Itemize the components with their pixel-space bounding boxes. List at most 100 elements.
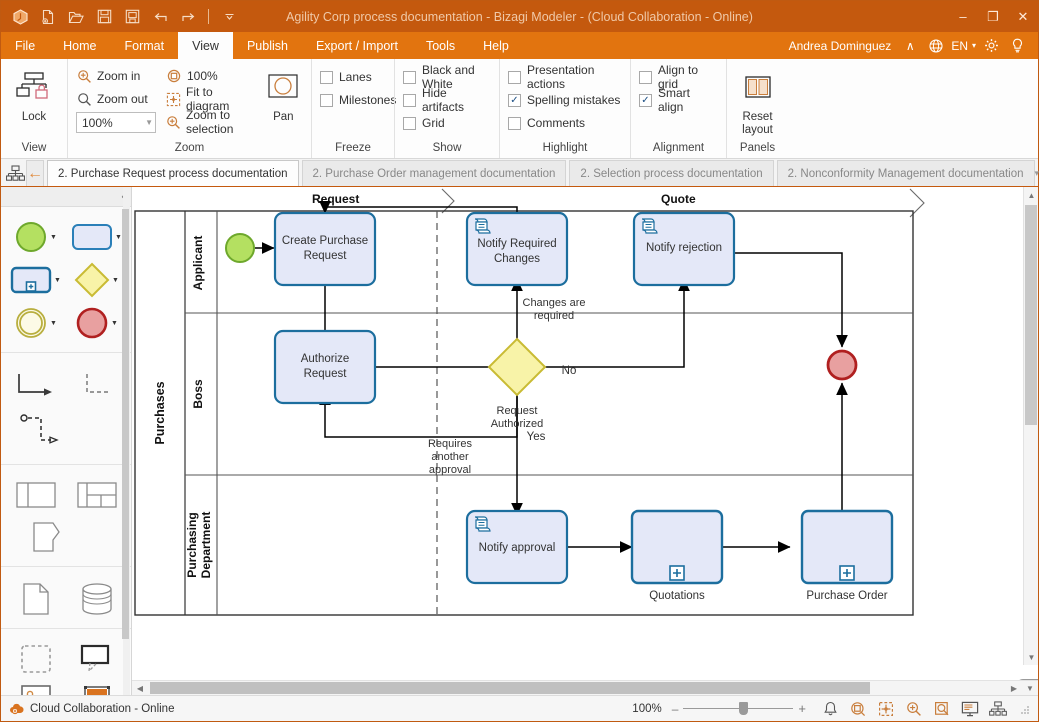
zoom-level-combo[interactable]: 100% ▼ — [76, 112, 156, 133]
maximize-button[interactable]: ❐ — [978, 1, 1008, 32]
document-tab-purchase-order[interactable]: 2. Purchase Order management documentati… — [301, 160, 567, 186]
canvas-horizontal-scrollbar[interactable]: ◀ ▶ ▼ — [132, 680, 1038, 695]
gear-icon[interactable] — [980, 38, 1002, 53]
scroll-right-icon[interactable]: ▶ — [1006, 681, 1022, 696]
checkbox-grid[interactable]: Grid — [403, 114, 491, 132]
menu-tab-view[interactable]: View — [178, 32, 233, 59]
zoom-slider-thumb[interactable] — [739, 702, 749, 715]
collapse-ribbon-icon[interactable]: ∧ — [899, 39, 921, 53]
connection-status[interactable]: Cloud Collaboration - Online — [9, 702, 174, 716]
palette-item-header[interactable] — [68, 684, 126, 695]
undo-icon[interactable] — [147, 5, 173, 29]
chevron-down-icon[interactable]: ▼ — [111, 320, 118, 327]
checkbox-milestones[interactable]: Milestones — [320, 91, 396, 109]
scroll-down-icon[interactable]: ▼ — [1024, 649, 1038, 665]
globe-icon[interactable] — [925, 38, 947, 53]
actual-size-icon[interactable] — [846, 698, 870, 720]
canvas-options-icon[interactable]: ▼ — [1022, 681, 1038, 696]
app-logo-icon[interactable] — [7, 5, 33, 29]
checkbox-align-to-grid[interactable]: Align to grid — [639, 63, 718, 91]
help-lightbulb-icon[interactable] — [1006, 38, 1028, 53]
zoom-in-icon[interactable] — [902, 698, 926, 720]
chevron-down-icon[interactable]: ▼ — [115, 234, 122, 241]
palette-item-end-event[interactable]: ▼ — [68, 306, 126, 340]
scroll-left-icon[interactable]: ◀ — [132, 681, 148, 696]
menu-tab-tools[interactable]: Tools — [412, 32, 469, 59]
palette-item-intermediate-event[interactable]: ▼ — [7, 306, 65, 340]
menu-tab-file[interactable]: File — [1, 32, 49, 59]
palette-item-start-event[interactable]: ▼ — [7, 220, 65, 254]
zoom-plus-icon[interactable]: + — [798, 701, 806, 716]
document-tab-selection-process[interactable]: 2. Selection process documentation — [569, 160, 774, 186]
actual-size-command[interactable]: 100% — [166, 66, 254, 86]
checkbox-presentation-actions[interactable]: Presentation actions — [508, 63, 622, 91]
palette-item-association[interactable] — [14, 412, 72, 452]
user-name[interactable]: Andrea Dominguez — [789, 39, 892, 53]
horizontal-scrollbar-thumb[interactable] — [150, 682, 870, 694]
palette-item-task[interactable]: ▼ — [68, 222, 126, 252]
palette-item-data-object[interactable] — [7, 582, 65, 616]
presentation-mode-icon[interactable] — [958, 698, 982, 720]
palette-item-lanes[interactable] — [68, 480, 126, 510]
checkbox-lanes[interactable]: Lanes — [320, 68, 396, 86]
palette-item-sub-process[interactable]: ▼ — [7, 265, 65, 295]
zoom-slider[interactable]: – + — [672, 701, 806, 716]
palette-item-milestone[interactable] — [19, 520, 77, 554]
checkbox-hide-artifacts[interactable]: Hide artifacts — [403, 86, 491, 114]
palette-item-message-flow[interactable] — [68, 370, 126, 406]
scroll-up-icon[interactable]: ▲ — [1024, 187, 1038, 203]
diagram-view-icon[interactable] — [5, 160, 26, 186]
new-document-icon[interactable] — [35, 5, 61, 29]
palette-item-data-store[interactable] — [68, 583, 126, 615]
zoom-to-selection-command[interactable]: Zoom to selection — [166, 108, 254, 136]
menu-tab-export-import[interactable]: Export / Import — [302, 32, 412, 59]
language-label[interactable]: EN — [951, 39, 968, 53]
zoom-to-selection-icon[interactable] — [930, 698, 954, 720]
lock-button[interactable]: Lock — [9, 64, 59, 141]
zoom-in-command[interactable]: Zoom in — [76, 66, 156, 86]
fit-to-diagram-command[interactable]: Fit to diagram — [166, 85, 254, 113]
pan-button[interactable]: Pan — [264, 64, 303, 141]
back-button[interactable]: ← — [26, 160, 44, 186]
redo-icon[interactable] — [175, 5, 201, 29]
chevron-down-icon[interactable]: ▼ — [50, 234, 57, 241]
palette-item-group[interactable] — [7, 644, 65, 674]
chevron-down-icon[interactable]: ▼ — [50, 320, 57, 327]
diagram-canvas[interactable]: Request Quote Purchases Applicant Boss P… — [132, 187, 1038, 680]
palette-scrollbar[interactable] — [122, 187, 130, 695]
open-folder-icon[interactable] — [63, 5, 89, 29]
tab-overflow-icon[interactable]: ▾ — [1035, 160, 1039, 186]
palette-collapse-button[interactable]: ‹ — [1, 187, 131, 207]
palette-item-annotation[interactable] — [68, 644, 126, 674]
fit-to-diagram-icon[interactable] — [874, 698, 898, 720]
save-as-icon[interactable] — [119, 5, 145, 29]
checkbox-smart-align[interactable]: ✓ Smart align — [639, 86, 718, 114]
minimize-button[interactable]: – — [948, 1, 978, 32]
bpmn-diagram[interactable]: Request Quote Purchases Applicant Boss P… — [132, 187, 1038, 667]
diagram-view-icon[interactable] — [986, 698, 1010, 720]
palette-item-image[interactable] — [7, 684, 65, 695]
zoom-out-command[interactable]: Zoom out — [76, 89, 156, 109]
vertical-scrollbar-thumb[interactable] — [1025, 205, 1037, 425]
customize-quick-access-icon[interactable] — [216, 5, 242, 29]
language-caret-icon[interactable]: ▾ — [972, 41, 976, 50]
menu-tab-help[interactable]: Help — [469, 32, 523, 59]
notifications-bell-icon[interactable] — [818, 698, 842, 720]
menu-tab-home[interactable]: Home — [49, 32, 110, 59]
checkbox-black-and-white[interactable]: Black and White — [403, 63, 491, 91]
reset-layout-button[interactable]: Reset layout — [735, 64, 780, 141]
chevron-down-icon[interactable]: ▼ — [54, 277, 61, 284]
zoom-slider-track[interactable] — [683, 702, 794, 715]
menu-tab-publish[interactable]: Publish — [233, 32, 302, 59]
palette-item-sequence-flow[interactable] — [7, 370, 65, 406]
palette-scrollbar-thumb[interactable] — [122, 209, 129, 639]
close-button[interactable]: ✕ — [1008, 1, 1038, 32]
menu-tab-format[interactable]: Format — [111, 32, 179, 59]
checkbox-spelling-mistakes[interactable]: ✓ Spelling mistakes — [508, 91, 622, 109]
palette-item-gateway[interactable]: ▼ — [68, 262, 126, 298]
checkbox-comments[interactable]: Comments — [508, 114, 622, 132]
document-tab-purchase-request[interactable]: 2. Purchase Request process documentatio… — [47, 160, 299, 186]
chevron-down-icon[interactable]: ▼ — [112, 277, 119, 284]
resize-grip[interactable] — [1018, 703, 1030, 715]
document-tab-nonconformity[interactable]: 2. Nonconformity Management documentatio… — [776, 160, 1035, 186]
